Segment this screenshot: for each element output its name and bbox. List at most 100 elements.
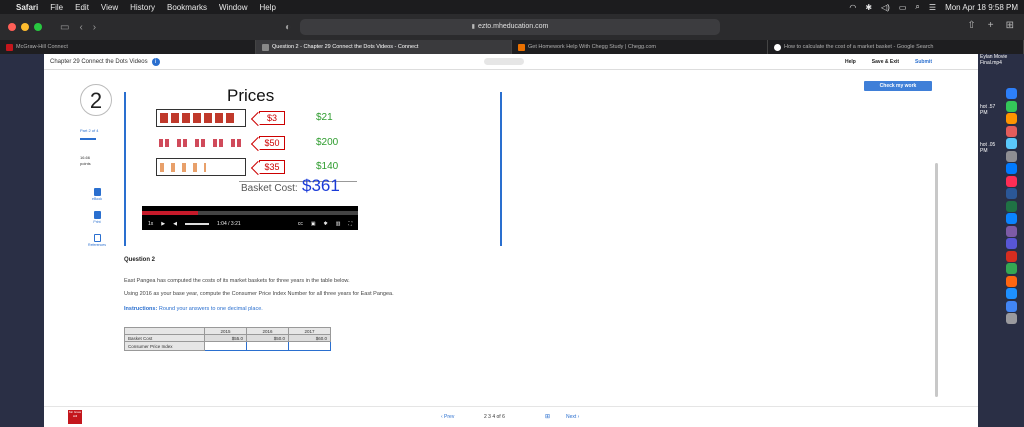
appstore-icon[interactable]: [1006, 163, 1017, 174]
sidebar-toggle-icon[interactable]: ▭: [60, 22, 69, 33]
music-icon[interactable]: [1006, 175, 1017, 187]
closed-captions-button[interactable]: cc: [298, 221, 303, 227]
playback-speed[interactable]: 1x: [148, 221, 153, 227]
info-icon[interactable]: i: [151, 57, 160, 66]
question-navigation: ‹ Prev 2 3 4 of 6 ⊞ Next ›: [44, 406, 978, 427]
menu-safari[interactable]: Safari: [16, 3, 38, 12]
acrobat-icon[interactable]: [1006, 250, 1017, 262]
pages-icon[interactable]: [1006, 113, 1017, 124]
references-button[interactable]: References: [82, 234, 112, 247]
zoom-window-button[interactable]: [34, 23, 42, 31]
menu-edit[interactable]: Edit: [75, 3, 89, 12]
question-grid-icon[interactable]: ⊞: [545, 413, 550, 420]
trash-icon[interactable]: [1006, 313, 1017, 324]
desktop-file-video[interactable]: Eylan Movie Final.mp4: [980, 54, 1022, 66]
settings-icon[interactable]: ✱: [324, 221, 328, 227]
video-controls-row: 1x ▶ ◀ 1:04 / 3:21 cc ▣ ✱ ▥ ⛶: [148, 221, 352, 227]
pizza-row: [156, 109, 246, 127]
ebook-icon: [93, 188, 101, 196]
menu-help[interactable]: Help: [259, 3, 275, 12]
word-icon[interactable]: [1006, 188, 1017, 199]
control-center-icon[interactable]: ☰: [929, 3, 936, 12]
menu-view[interactable]: View: [101, 3, 118, 12]
teams-icon[interactable]: [1006, 225, 1017, 237]
save-exit-button[interactable]: Save & Exit: [872, 59, 899, 65]
video-progress-fill: [142, 211, 199, 215]
desktop-screenshot-2[interactable]: hot .05 PM: [980, 142, 1002, 154]
settings-app-icon[interactable]: [1006, 150, 1017, 162]
video-time: 1:04 / 3:21: [217, 221, 241, 227]
clock[interactable]: Mon Apr 18 9:58 PM: [945, 3, 1018, 12]
price-tag-drink: $35: [259, 160, 285, 174]
check-my-work-button[interactable]: Check my work: [864, 81, 932, 91]
tab-label: Question 2 - Chapter 29 Connect the Dots…: [272, 44, 419, 50]
cpi-input-2016[interactable]: [246, 341, 289, 351]
mcgraw-hill-favicon-icon: [6, 43, 13, 51]
ebook-button[interactable]: eBook: [82, 188, 112, 201]
menu-file[interactable]: File: [50, 3, 63, 12]
part-progress-bar: [80, 138, 96, 140]
address-text: ezto.mheducation.com: [477, 23, 549, 30]
tab-chegg[interactable]: Get Homework Help With Chegg Study | Che…: [512, 40, 768, 54]
cpi-input-2017[interactable]: [288, 341, 331, 351]
new-tab-icon[interactable]: +: [988, 20, 994, 31]
mail-icon[interactable]: [1006, 138, 1017, 149]
firefox-icon[interactable]: [1006, 275, 1017, 287]
points-label: points: [80, 161, 91, 166]
play-icon[interactable]: ▶: [161, 221, 165, 227]
forward-icon[interactable]: ›: [93, 22, 96, 33]
wifi-icon[interactable]: ◠: [849, 3, 856, 12]
video-player[interactable]: Prices $3 $21 $50 $200 $35 $140 Basket C…: [124, 86, 502, 246]
points: 16.66 points: [80, 155, 91, 167]
chrome-icon[interactable]: [1006, 263, 1017, 274]
basket-cost-2016: $50.0: [246, 334, 289, 342]
back-icon[interactable]: ‹: [79, 22, 82, 33]
menu-bookmarks[interactable]: Bookmarks: [167, 3, 207, 12]
lock-icon: ▮: [471, 24, 475, 30]
drive-icon[interactable]: [1006, 300, 1017, 312]
zoom-icon[interactable]: [1006, 213, 1017, 224]
question-heading: Question 2: [124, 257, 156, 263]
messages-icon[interactable]: [1006, 100, 1017, 112]
row-label-basket-cost: Basket Cost: [124, 334, 205, 342]
discord-icon[interactable]: [1006, 238, 1017, 249]
desktop-screenshot-1[interactable]: hot .57 PM: [980, 104, 1002, 116]
tab-bar: McGraw-Hill Connect Question 2 - Chapter…: [0, 40, 1024, 54]
volume-slider[interactable]: [185, 223, 209, 225]
next-button[interactable]: Next ›: [566, 414, 579, 420]
calendar-icon[interactable]: [1006, 125, 1017, 137]
tab-google-search[interactable]: How to calculate the cost of a market ba…: [768, 40, 1024, 54]
bluetooth-icon[interactable]: ✱: [865, 3, 872, 12]
excel-icon[interactable]: [1006, 200, 1017, 212]
page-scrollbar[interactable]: [935, 163, 938, 397]
transcript-icon[interactable]: ▣: [311, 221, 316, 227]
prev-button[interactable]: ‹ Prev: [441, 414, 454, 420]
close-window-button[interactable]: [8, 23, 16, 31]
search-icon[interactable]: ⌕: [915, 2, 919, 12]
share-icon[interactable]: ⇧: [967, 20, 975, 31]
menu-window[interactable]: Window: [219, 3, 247, 12]
volume-icon[interactable]: ◀: [173, 221, 177, 227]
finder-icon[interactable]: [1006, 88, 1017, 99]
cpi-input-2015[interactable]: [204, 341, 247, 351]
volume-icon[interactable]: ◁): [881, 3, 890, 12]
print-button[interactable]: Print: [82, 211, 112, 224]
minimize-window-button[interactable]: [21, 23, 29, 31]
safari-icon[interactable]: [1006, 288, 1017, 299]
price-tag-jeans: $50: [259, 136, 285, 150]
tab-question-2[interactable]: Question 2 - Chapter 29 Connect the Dots…: [256, 40, 512, 54]
print-label: Print: [93, 220, 101, 224]
submit-button[interactable]: Submit: [915, 59, 932, 65]
basket-cost-2017: $60.0: [288, 334, 331, 342]
tab-overview-icon[interactable]: ⊞: [1006, 20, 1014, 31]
address-bar[interactable]: ▮ ezto.mheducation.com: [300, 19, 720, 35]
video-progress-bar[interactable]: [142, 211, 358, 215]
privacy-shield-icon[interactable]: ◐: [285, 22, 291, 33]
tab-mcgraw-hill-connect[interactable]: McGraw-Hill Connect: [0, 40, 256, 54]
picture-in-picture-icon[interactable]: ▥: [336, 221, 341, 227]
page-indicator[interactable]: 2 3 4 of 6: [484, 414, 505, 420]
help-button[interactable]: Help: [845, 59, 856, 65]
battery-icon[interactable]: ▭: [899, 3, 907, 12]
fullscreen-icon[interactable]: ⛶: [348, 221, 352, 227]
menu-history[interactable]: History: [130, 3, 155, 12]
